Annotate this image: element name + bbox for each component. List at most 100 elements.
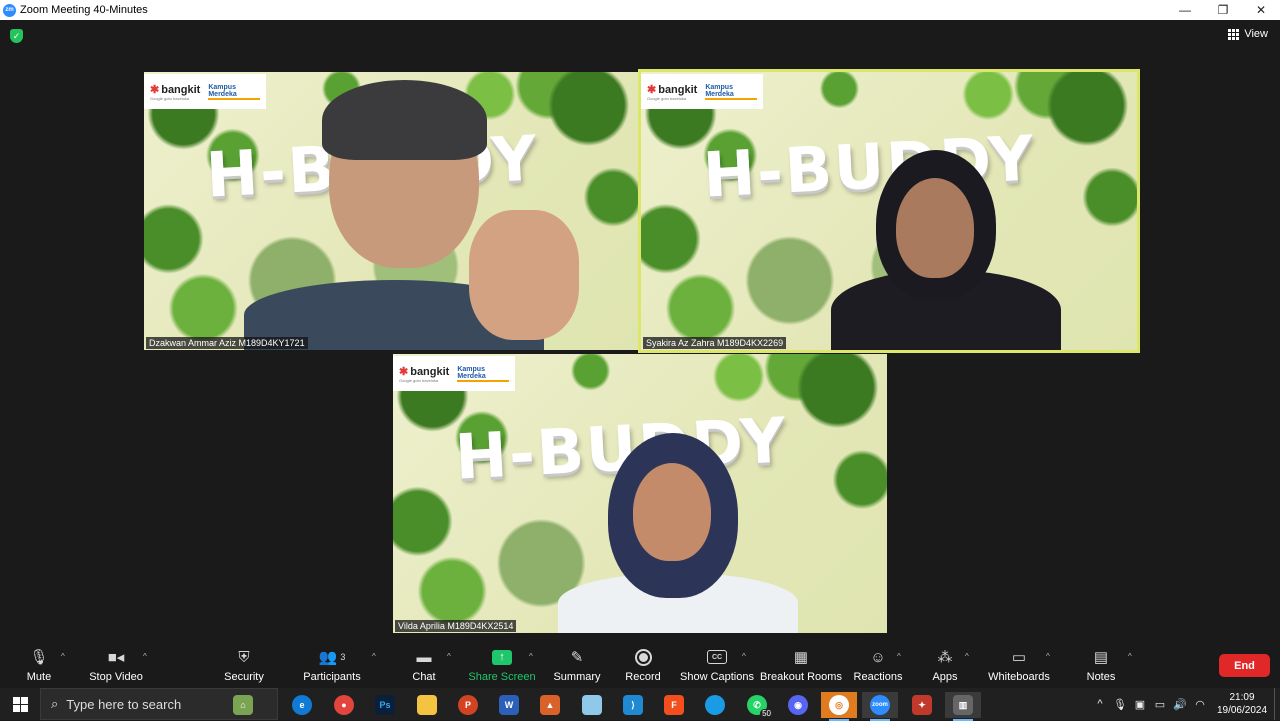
taskbar-app-powerpoint[interactable]: P [450, 692, 486, 718]
taskbar-app-discord[interactable]: ◉ [780, 692, 816, 718]
record-button[interactable]: Record [625, 645, 661, 688]
clock-time: 21:09 [1229, 692, 1255, 703]
taskbar-app-matlab[interactable]: ▲ [532, 692, 568, 718]
video-camera-icon: ■◂ [107, 649, 125, 666]
taskbar-app-tool[interactable]: ✦ [904, 692, 940, 718]
apps-options-chevron-icon[interactable]: ^ [965, 652, 969, 661]
view-button[interactable]: View [1228, 28, 1268, 40]
search-icon: ⌕ [51, 696, 59, 711]
folder-icon [417, 695, 437, 715]
taskbar-app-vscode[interactable]: ⟩ [615, 692, 651, 718]
participant-name: Vilda Aprilia M189D4KX2514 [395, 620, 517, 632]
video-tile-1[interactable]: bangkit Google goto traveloka Kampus Mer… [144, 72, 638, 350]
captions-options-chevron-icon[interactable]: ^ [742, 652, 746, 661]
meet-now-icon[interactable]: ▣ [1130, 698, 1150, 711]
start-button[interactable] [0, 688, 40, 720]
camera-app-icon: ◎ [829, 695, 849, 715]
chrome-icon: ● [334, 695, 354, 715]
battery-icon[interactable]: ▭ [1150, 698, 1170, 711]
app-window-icon: ▥ [953, 695, 973, 715]
participant-video [204, 80, 638, 350]
participant-video [831, 150, 1071, 350]
security-button[interactable]: ⛨ Security [223, 645, 265, 688]
notepad-icon [582, 695, 602, 715]
taskbar-app-notepad[interactable] [574, 692, 610, 718]
summary-button[interactable]: ✎ Summary [553, 645, 601, 688]
taskbar-app-photoshop[interactable]: Ps [367, 692, 403, 718]
taskbar-app-active[interactable]: ▥ [945, 692, 981, 721]
chat-options-chevron-icon[interactable]: ^ [447, 652, 451, 661]
tool-icon: ✦ [912, 695, 932, 715]
windows-taskbar: ⌕ Type here to search ⌂ e ● Ps P W ▲ ⟩ F… [0, 688, 1280, 721]
breakout-rooms-icon: ▦ [793, 649, 809, 666]
participants-icon: 👥 3 [318, 649, 346, 666]
taskbar-app-figma[interactable]: F [656, 692, 692, 718]
powerpoint-icon: P [458, 695, 478, 715]
meeting-controls: 🎙 Mute ^ ■◂ Stop Video ^ ⛨ Security 👥 3 … [0, 645, 1280, 688]
grid-icon [1228, 28, 1240, 40]
participants-options-chevron-icon[interactable]: ^ [372, 652, 376, 661]
system-tray: ^ 🎙 ▣ ▭ 🔊 ◠ 21:09 19/06/2024 [1090, 688, 1280, 720]
taskbar-app-browser[interactable] [697, 692, 733, 718]
taskbar-app-edge[interactable]: e [284, 692, 320, 718]
video-tile-3[interactable]: bangkit Google goto traveloka Kampus Mer… [393, 354, 887, 633]
reactions-button[interactable]: ☺ Reactions [854, 645, 903, 688]
edge-icon: e [292, 695, 312, 715]
matlab-icon: ▲ [540, 695, 560, 715]
browser-icon [705, 695, 725, 715]
meeting-stage: ✓ View bangkit Google goto traveloka Kam… [0, 20, 1280, 645]
window-titlebar: zm Zoom Meeting 40-Minutes — ❐ ✕ [0, 0, 1280, 20]
apps-icon: ⁂ [937, 649, 953, 666]
microphone-tray-icon[interactable]: 🎙 [1110, 698, 1130, 711]
taskbar-app-explorer[interactable] [409, 692, 445, 718]
participants-button[interactable]: 👥 3 Participants [302, 645, 362, 688]
notes-icon: ▤ [1093, 649, 1109, 666]
tray-overflow-chevron-icon[interactable]: ^ [1090, 698, 1110, 710]
whiteboards-button[interactable]: ▭ Whiteboards [988, 645, 1050, 688]
share-options-chevron-icon[interactable]: ^ [529, 652, 533, 661]
taskbar-clock[interactable]: 21:09 19/06/2024 [1210, 691, 1274, 717]
share-screen-button[interactable]: ↑ Share Screen [468, 645, 536, 688]
volume-icon[interactable]: 🔊 [1170, 698, 1190, 711]
notes-options-chevron-icon[interactable]: ^ [1128, 652, 1132, 661]
taskbar-app-word[interactable]: W [491, 692, 527, 718]
stop-video-button[interactable]: ■◂ Stop Video [88, 645, 144, 688]
zoom-icon: zoom [870, 695, 890, 715]
close-button[interactable]: ✕ [1242, 0, 1280, 20]
video-options-chevron-icon[interactable]: ^ [143, 652, 147, 661]
taskbar-app-whatsapp[interactable]: ✆ 50 [739, 692, 775, 718]
photoshop-icon: Ps [375, 695, 395, 715]
record-icon [634, 648, 652, 666]
taskbar-app-zoom[interactable]: zoom [862, 692, 898, 721]
discord-icon: ◉ [788, 695, 808, 715]
end-meeting-button[interactable]: End [1219, 654, 1270, 677]
bangkit-logo: bangkit Google goto traveloka Kampus Mer… [641, 74, 763, 109]
audio-options-chevron-icon[interactable]: ^ [61, 652, 65, 661]
restore-button[interactable]: ❐ [1204, 0, 1242, 20]
view-label: View [1244, 28, 1268, 40]
show-desktop-button[interactable] [1274, 688, 1280, 720]
apps-button[interactable]: ⁂ Apps [930, 645, 960, 688]
chat-button[interactable]: ▬ Chat [410, 645, 438, 688]
participant-name: Syakira Az Zahra M189D4KX2269 [643, 337, 787, 349]
wifi-icon[interactable]: ◠ [1190, 698, 1210, 711]
taskbar-app-orange[interactable]: ◎ [821, 692, 857, 721]
mute-button[interactable]: 🎙 Mute [22, 645, 56, 688]
minimize-button[interactable]: — [1166, 0, 1204, 20]
widgets-icon: ⌂ [233, 695, 253, 715]
breakout-rooms-button[interactable]: ▦ Breakout Rooms [760, 645, 842, 688]
reactions-options-chevron-icon[interactable]: ^ [897, 652, 901, 661]
notes-button[interactable]: ▤ Notes [1086, 645, 1116, 688]
window-title: Zoom Meeting 40-Minutes [20, 4, 148, 16]
participants-count: 3 [340, 652, 346, 662]
whiteboard-icon: ▭ [1011, 649, 1027, 666]
encryption-shield-icon[interactable]: ✓ [10, 29, 23, 43]
taskbar-app-chrome[interactable]: ● [326, 692, 362, 718]
participant-video [558, 433, 798, 633]
participant-name: Dzakwan Ammar Aziz M189D4KY1721 [146, 337, 308, 349]
video-tile-2[interactable]: bangkit Google goto traveloka Kampus Mer… [638, 69, 1140, 353]
figma-icon: F [664, 695, 684, 715]
whiteboards-options-chevron-icon[interactable]: ^ [1046, 652, 1050, 661]
taskbar-app-widget[interactable]: ⌂ [225, 692, 261, 718]
bangkit-logo: bangkit Google goto traveloka Kampus Mer… [393, 356, 515, 391]
